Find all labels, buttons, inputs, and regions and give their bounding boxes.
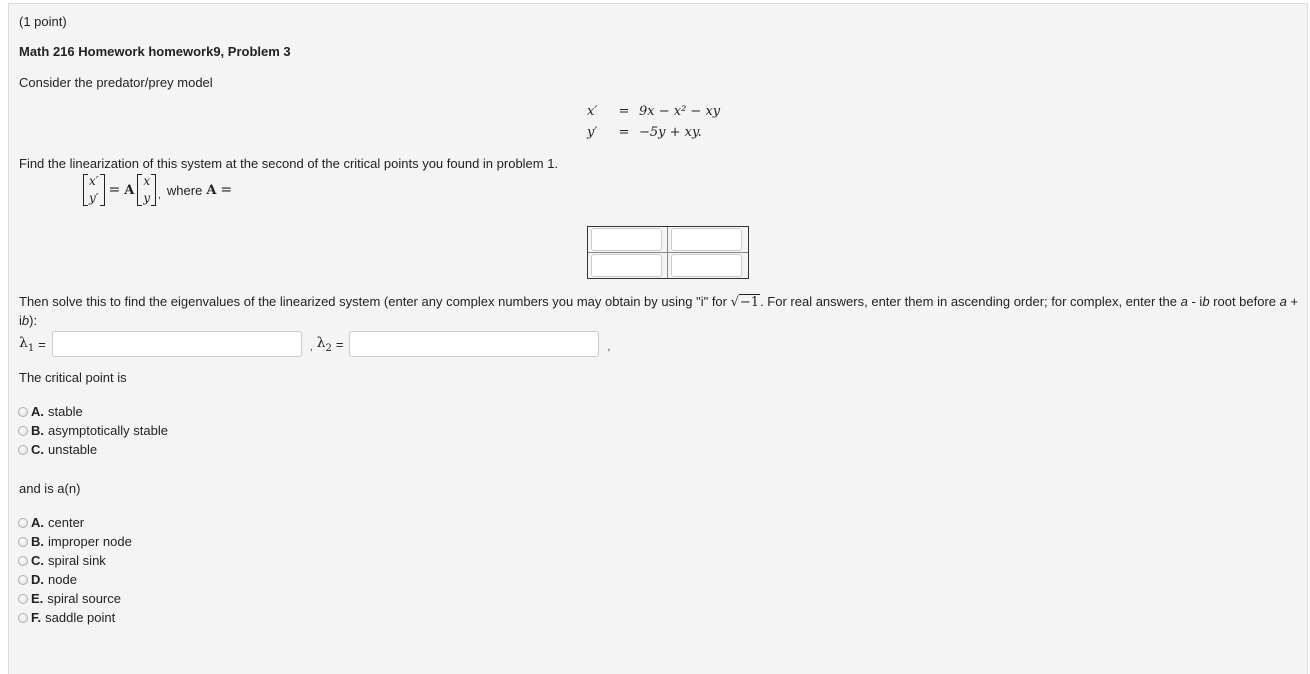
lambda-2-input[interactable] xyxy=(349,331,600,357)
model-equations: x′ = 9x − x² − xy y′ = −5y + xy. xyxy=(587,103,720,142)
instructions-part-2: . For real answers, enter them in ascend… xyxy=(760,294,1181,309)
problem-title: Math 216 Homework homework9, Problem 3 xyxy=(19,44,291,59)
linearization-equals: = xyxy=(108,182,121,198)
matrix-a22-input[interactable] xyxy=(671,254,742,277)
equation-2-equals: = xyxy=(618,125,630,140)
sqrt-minus-one: √−1 xyxy=(730,294,761,310)
type-option-a[interactable]: A. center xyxy=(18,513,132,532)
matrix-cell xyxy=(668,227,748,253)
radio-button[interactable] xyxy=(18,444,28,455)
option-label: spiral sink xyxy=(48,553,106,568)
lambda-symbol: λ xyxy=(316,334,326,351)
instructions-part-1: Then solve this to find the eigenvalues … xyxy=(19,294,731,309)
radio-button[interactable] xyxy=(18,612,28,623)
type-option-e[interactable]: E. spiral source xyxy=(18,589,132,608)
option-label: stable xyxy=(48,404,83,419)
option-letter: A. xyxy=(31,404,44,419)
minus-i: - i xyxy=(1187,294,1203,309)
matrix-a12-input[interactable] xyxy=(671,228,742,251)
lambda-1-input[interactable] xyxy=(51,331,302,357)
matrix-cell xyxy=(668,253,748,278)
radio-button[interactable] xyxy=(18,517,28,528)
type-option-d[interactable]: D. node xyxy=(18,570,132,589)
root-before-text: root before xyxy=(1209,294,1280,309)
option-label: improper node xyxy=(48,534,132,549)
stability-option-a[interactable]: A. stable xyxy=(18,402,168,421)
eigenvalue-instructions: Then solve this to find the eigenvalues … xyxy=(19,293,1299,330)
option-label: center xyxy=(48,515,85,530)
lambda-symbol: λ xyxy=(19,334,28,351)
equation-1-lhs: x′ xyxy=(587,104,598,119)
stability-options: A. stable B. asymptotically stable C. unsta… xyxy=(18,402,168,459)
type-option-f[interactable]: F. saddle point xyxy=(18,608,132,627)
matrix-a21-input[interactable] xyxy=(591,254,662,277)
lhs-vector-y-prime: y′ xyxy=(89,191,99,205)
type-option-c[interactable]: C. spiral sink xyxy=(18,551,132,570)
matrix-a11-input[interactable] xyxy=(591,228,662,251)
sqrt-radicand: −1 xyxy=(738,294,761,310)
type-options: A. center B. improper node C. spiral sink D… xyxy=(18,513,132,627)
comma-separator: , xyxy=(607,342,611,353)
stability-option-b[interactable]: B. asymptotically stable xyxy=(18,421,168,440)
option-letter: E. xyxy=(31,591,44,606)
equation-2-rhs: −5y + xy. xyxy=(639,125,702,140)
option-label: node xyxy=(48,572,77,587)
instructions-end: ): xyxy=(29,313,38,328)
lambda-2-label: λ2 xyxy=(317,335,332,354)
matrix-symbol: A xyxy=(124,182,135,198)
radio-button[interactable] xyxy=(18,574,28,585)
eigenvalue-inputs-row: λ1 = , λ2 = , xyxy=(19,331,614,357)
radio-button[interactable] xyxy=(18,406,28,417)
var-b: b xyxy=(1202,294,1210,309)
where-equals: = xyxy=(220,182,233,198)
lambda-subscript: 1 xyxy=(27,342,35,354)
rhs-vector-x: x xyxy=(143,174,151,188)
radio-button[interactable] xyxy=(18,555,28,566)
lhs-vector-x-prime: x′ xyxy=(89,174,99,188)
radio-button[interactable] xyxy=(18,425,28,436)
rhs-vector: x y xyxy=(137,173,156,207)
matrix-cell xyxy=(588,227,668,253)
find-linearization-text: Find the linearization of this system at… xyxy=(19,156,559,171)
type-option-b[interactable]: B. improper node xyxy=(18,532,132,551)
option-label: spiral source xyxy=(47,591,121,606)
stability-option-c[interactable]: C. unstable xyxy=(18,440,168,459)
radio-button[interactable] xyxy=(18,536,28,547)
lambda-subscript: 2 xyxy=(325,342,332,354)
option-label: asymptotically stable xyxy=(48,423,168,438)
option-letter: D. xyxy=(31,572,44,587)
linearization-equation: x′ y′ = A x y , where A = xyxy=(83,173,236,207)
equation-1-equals: = xyxy=(618,104,630,119)
option-label: saddle point xyxy=(45,610,116,625)
matrix-cell xyxy=(588,253,668,278)
rhs-vector-y: y xyxy=(143,191,151,205)
option-letter: A. xyxy=(31,515,44,530)
where-text: where xyxy=(166,182,203,198)
critical-point-text: The critical point is xyxy=(19,370,127,385)
problem-panel: (1 point) Math 216 Homework homework9, P… xyxy=(8,3,1308,674)
lambda-2-equals: = xyxy=(335,336,344,352)
option-label: unstable xyxy=(48,442,98,457)
option-letter: B. xyxy=(31,423,44,438)
matrix-a-input-grid xyxy=(587,226,749,279)
lhs-vector: x′ y′ xyxy=(83,173,105,207)
lambda-1-equals: = xyxy=(38,336,46,352)
equation-1-rhs: 9x − x² − xy xyxy=(639,104,721,119)
linearization-comma: , xyxy=(158,190,161,201)
intro-text: Consider the predator/prey model xyxy=(19,75,213,90)
var-a: a xyxy=(1180,294,1188,309)
lambda-1-label: λ1 xyxy=(19,335,34,354)
where-matrix-symbol: A xyxy=(206,182,217,198)
and-is-text: and is a(n) xyxy=(19,481,81,496)
point-value: (1 point) xyxy=(19,14,67,29)
equation-2-lhs: y′ xyxy=(587,125,598,140)
radio-button[interactable] xyxy=(18,593,28,604)
option-letter: C. xyxy=(31,442,44,457)
var-a: a xyxy=(1279,294,1287,309)
option-letter: F. xyxy=(31,610,42,625)
option-letter: B. xyxy=(31,534,44,549)
comma-separator: , xyxy=(309,342,313,353)
option-letter: C. xyxy=(31,553,44,568)
